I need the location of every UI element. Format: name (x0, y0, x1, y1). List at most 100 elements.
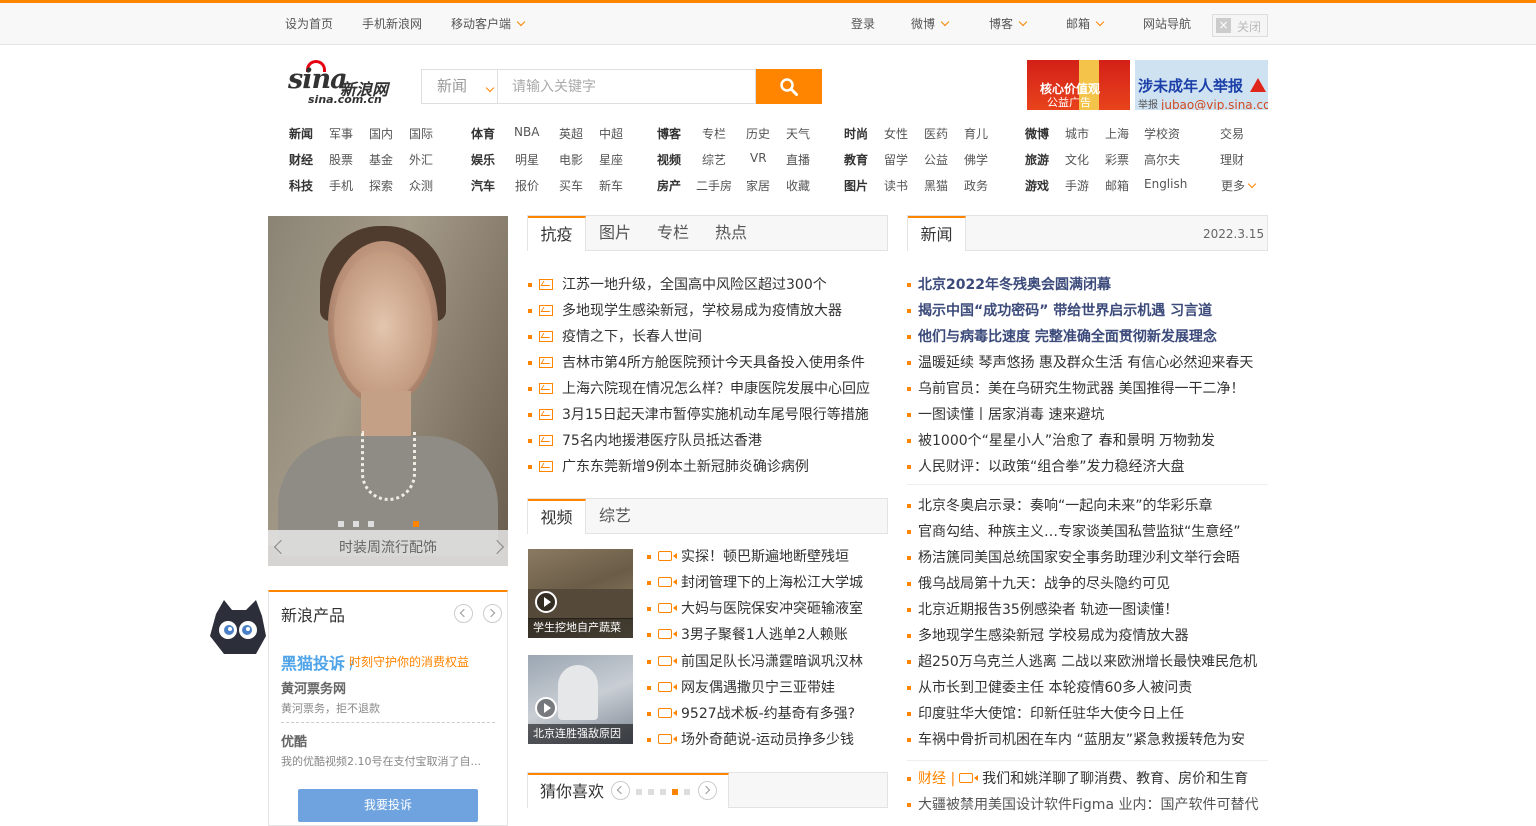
list-item[interactable]: 官商勾结、种族主义…专家谈美国私营监狱“生意经” (907, 519, 1241, 545)
tab-news[interactable]: 新闻 (908, 216, 966, 251)
nav-item[interactable]: 基金 (369, 151, 393, 168)
set-homepage-link[interactable]: 设为首页 (285, 15, 333, 32)
nav-item[interactable]: 国内 (369, 125, 393, 142)
nav-item[interactable]: 交易 (1220, 125, 1244, 142)
search-button[interactable] (756, 69, 822, 104)
nav-more[interactable]: 更多 (1221, 177, 1257, 194)
nav-item[interactable]: 留学 (884, 151, 908, 168)
nav-item[interactable]: 佛学 (964, 151, 988, 168)
tab-columns[interactable]: 专栏 (644, 216, 702, 251)
list-item[interactable]: 3男子聚餐1人逃单2人赖账 (647, 622, 848, 648)
nav-item[interactable]: 新车 (599, 177, 623, 194)
list-item[interactable]: 前国足队长冯潇霆暗讽巩汉林 (647, 649, 863, 675)
nav-item[interactable]: 博客 (657, 125, 681, 142)
nav-item[interactable]: 天气 (786, 125, 810, 142)
site-nav-link[interactable]: 网站导航 (1143, 15, 1191, 32)
nav-item[interactable]: NBA (514, 125, 539, 139)
nav-item[interactable]: 英超 (559, 125, 583, 142)
nav-item[interactable]: 游戏 (1025, 177, 1049, 194)
list-item[interactable]: 江苏一地升级，全国高中风险区超过300个 (528, 272, 827, 298)
page-dot[interactable] (684, 789, 690, 795)
nav-item[interactable]: 中超 (599, 125, 623, 142)
nav-item[interactable]: 手游 (1065, 177, 1089, 194)
nav-item[interactable]: 学校资 (1144, 125, 1180, 142)
tab-hot[interactable]: 热点 (702, 216, 760, 251)
slide-dot-active[interactable] (413, 521, 419, 527)
list-item[interactable]: 广东东莞新增9例本土新冠肺炎确诊病例 (528, 454, 809, 480)
nav-item[interactable]: 财经 (289, 151, 313, 168)
nav-item[interactable]: VR (750, 151, 767, 165)
ad-core-values[interactable]: 核心价值观 公益广告 (1027, 60, 1130, 110)
nav-item[interactable]: 家居 (746, 177, 770, 194)
nav-item[interactable]: English (1144, 177, 1187, 191)
mobile-client-menu[interactable]: 移动客户端 (451, 15, 526, 32)
nav-item[interactable]: 外汇 (409, 151, 433, 168)
nav-item[interactable]: 电影 (559, 151, 583, 168)
nav-item[interactable]: 国际 (409, 125, 433, 142)
video-thumbnail[interactable]: 北京连胜强敌原因 (528, 655, 633, 744)
nav-item[interactable]: 旅游 (1025, 151, 1049, 168)
list-item[interactable]: 场外奇葩说-运动员挣多少钱 (647, 727, 854, 753)
nav-item[interactable]: 汽车 (471, 177, 495, 194)
headline-item[interactable]: 揭示中国“成功密码” 带给世界启示机遇 习言道 (907, 298, 1212, 324)
login-link[interactable]: 登录 (851, 15, 875, 32)
nav-item[interactable]: 直播 (786, 151, 810, 168)
list-item[interactable]: 一图读懂丨居家消毒 速来避坑 (907, 402, 1104, 428)
nav-item[interactable]: 房产 (657, 177, 681, 194)
headline-item[interactable]: 他们与病毒比速度 完整准确全面贯彻新发展理念 (907, 324, 1217, 350)
search-input[interactable] (499, 70, 755, 103)
nav-item[interactable]: 收藏 (786, 177, 810, 194)
prev-button[interactable] (454, 604, 473, 623)
nav-item[interactable]: 报价 (515, 177, 539, 194)
list-item[interactable]: 印度驻华大使馆：印新任驻华大使今日上任 (907, 701, 1184, 727)
nav-item[interactable]: 医药 (924, 125, 948, 142)
list-item[interactable]: 多地现学生感染新冠，学校易成为疫情放大器 (528, 298, 842, 324)
list-item[interactable]: 75名内地援港医疗队员抵达香港 (528, 428, 762, 454)
list-item[interactable]: 9527战术板-约基奇有多强? (647, 701, 855, 727)
prev-button[interactable] (611, 781, 630, 800)
submit-complaint-button[interactable]: 我要投诉 (298, 789, 478, 822)
tab-pictures[interactable]: 图片 (586, 216, 644, 251)
nav-item[interactable]: 政务 (964, 177, 988, 194)
list-item[interactable]: 乌前官员：美在乌研究生物武器 美国推得一干二净！ (907, 376, 1244, 402)
headline-item[interactable]: 北京2022年冬残奥会圆满闭幕 (907, 272, 1111, 298)
list-item[interactable]: 杨洁篪同美国总统国家安全事务助理沙利文举行会晤 (907, 545, 1240, 571)
page-dot[interactable] (660, 789, 666, 795)
nav-item[interactable]: 买车 (559, 177, 583, 194)
search-category-select[interactable]: 新闻 (422, 70, 498, 103)
list-item[interactable]: 北京近期报告35例感染者 轨迹一图读懂！ (907, 597, 1178, 623)
mobile-site-link[interactable]: 手机新浪网 (362, 15, 422, 32)
tab-kangyi[interactable]: 抗疫 (528, 216, 586, 251)
nav-item[interactable]: 上海 (1105, 125, 1129, 142)
list-item[interactable]: 超250万乌克兰人逃离 二战以来欧洲增长最快难民危机 (907, 649, 1257, 675)
nav-item[interactable]: 体育 (471, 125, 495, 142)
list-item[interactable]: 多地现学生感染新冠 学校易成为疫情放大器 (907, 623, 1188, 649)
complaint-title[interactable]: 黄河票务网 (281, 678, 346, 697)
nav-item[interactable]: 读书 (884, 177, 908, 194)
photo-slideshow[interactable]: 时装周流行配饰 (268, 216, 508, 566)
page-dot[interactable] (648, 789, 654, 795)
close-button[interactable]: × 关闭 (1212, 14, 1268, 37)
nav-item[interactable]: 娱乐 (471, 151, 495, 168)
list-item[interactable]: 被1000个“星星小人”治愈了 春和景明 万物勃发 (907, 428, 1215, 454)
nav-item[interactable]: 视频 (657, 151, 681, 168)
complaint-title[interactable]: 优酷 (281, 731, 307, 750)
list-item[interactable]: 3月15日起天津市暂停实施机动车尾号限行等措施 (528, 402, 869, 428)
nav-item[interactable]: 股票 (329, 151, 353, 168)
list-item[interactable]: 车祸中骨折司机困在车内 “蓝朋友”紧急救援转危为安 (907, 727, 1245, 753)
nav-item[interactable]: 城市 (1065, 125, 1089, 142)
list-item[interactable]: 封闭管理下的上海松江大学城 (647, 570, 863, 596)
nav-item[interactable]: 高尔夫 (1144, 151, 1180, 168)
nav-item[interactable]: 历史 (746, 125, 770, 142)
video-thumbnail[interactable]: 学生挖地自产蔬菜 (528, 549, 633, 638)
sina-logo[interactable]: sina 新浪网 sina.com.cn (288, 60, 400, 108)
nav-item[interactable]: 专栏 (702, 125, 726, 142)
slide-dot[interactable] (338, 521, 344, 527)
nav-item[interactable]: 邮箱 (1105, 177, 1129, 194)
nav-item[interactable]: 二手房 (696, 177, 732, 194)
next-button[interactable] (698, 781, 717, 800)
ad-minor-report[interactable]: 涉未成年人举报 举报 jubao@vip.sina.com (1135, 60, 1268, 110)
nav-item[interactable]: 图片 (844, 177, 868, 194)
nav-item[interactable]: 明星 (515, 151, 539, 168)
list-item[interactable]: 疫情之下，长春人世间 (528, 324, 702, 350)
